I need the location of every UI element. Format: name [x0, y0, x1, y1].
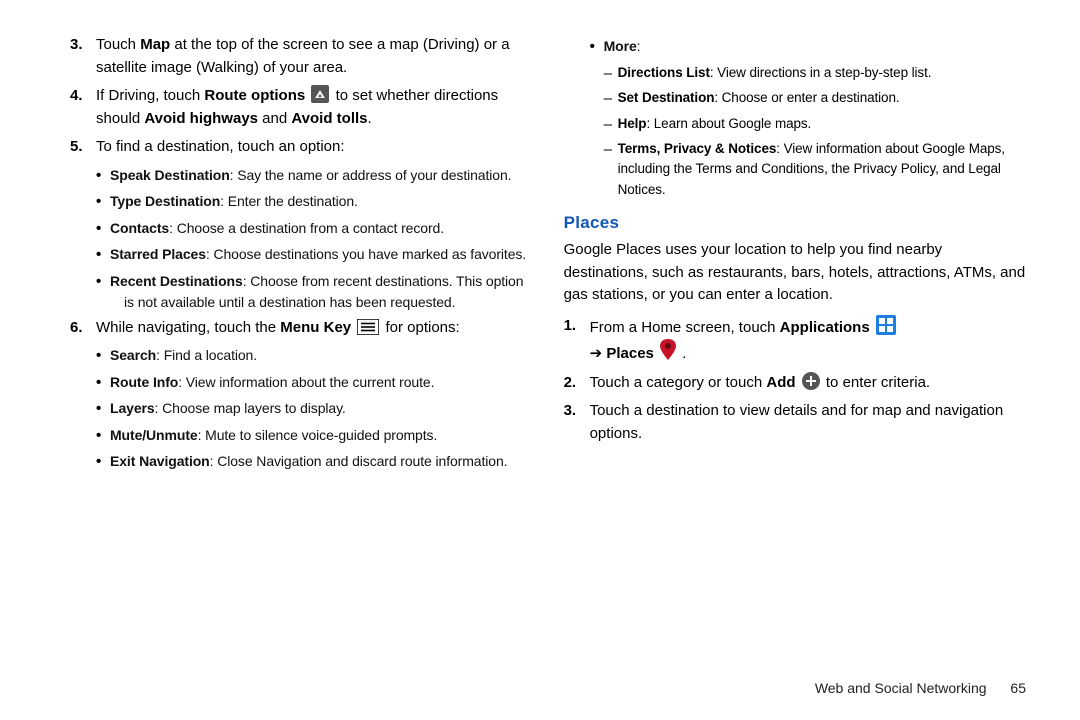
list-item: •Mute/Unmute: Mute to silence voice-guid… — [96, 425, 528, 448]
step-number: 3. — [70, 34, 96, 79]
list-item: •Recent Destinations: Choose from recent… — [96, 271, 528, 313]
step-3: 3. Touch Map at the top of the screen to… — [70, 34, 528, 79]
list-item: •Exit Navigation: Close Navigation and d… — [96, 451, 528, 474]
step-text: Touch a destination to view details and … — [590, 400, 1026, 445]
step-6: 6. While navigating, touch the Menu Key … — [70, 317, 528, 340]
more-sublist: –Directions List: View directions in a s… — [604, 63, 1026, 200]
places-step-2: 2. Touch a category or touch Add to ente… — [564, 372, 1026, 395]
step-text: From a Home screen, touch Applications ➔… — [590, 315, 1026, 366]
footer-section: Web and Social Networking — [815, 680, 987, 696]
step-number: 5. — [70, 136, 96, 159]
step-text: Touch Map at the top of the screen to se… — [96, 34, 528, 79]
left-column: 3. Touch Map at the top of the screen to… — [70, 34, 528, 696]
step-5: 5. To find a destination, touch an optio… — [70, 136, 528, 159]
list-item: –Help: Learn about Google maps. — [604, 114, 1026, 137]
list-item: –Terms, Privacy & Notices: View informat… — [604, 139, 1026, 200]
menu-key-icon — [357, 319, 379, 335]
right-column: • More: –Directions List: View direction… — [564, 34, 1026, 696]
manual-page: 3. Touch Map at the top of the screen to… — [0, 0, 1080, 720]
list-item: •Type Destination: Enter the destination… — [96, 191, 528, 214]
step-4: 4. If Driving, touch Route options to se… — [70, 85, 528, 130]
list-item: •Speak Destination: Say the name or addr… — [96, 165, 528, 188]
step-number: 1. — [564, 315, 590, 366]
list-item: –Directions List: View directions in a s… — [604, 63, 1026, 86]
footer-page-number: 65 — [1010, 680, 1026, 696]
applications-icon — [876, 315, 896, 335]
step-number: 3. — [564, 400, 590, 445]
list-item: •Route Info: View information about the … — [96, 372, 528, 395]
section-heading-places: Places — [564, 210, 1026, 236]
step-text: Touch a category or touch Add to enter c… — [590, 372, 1026, 395]
step-text: While navigating, touch the Menu Key for… — [96, 317, 528, 340]
step-5-bullets: •Speak Destination: Say the name or addr… — [96, 165, 528, 313]
step-text: To find a destination, touch an option: — [96, 136, 528, 159]
list-item: •Layers: Choose map layers to display. — [96, 398, 528, 421]
places-pin-icon — [660, 339, 676, 361]
step-number: 6. — [70, 317, 96, 340]
places-step-1: 1. From a Home screen, touch Application… — [564, 315, 1026, 366]
list-item: •Starred Places: Choose destinations you… — [96, 244, 528, 267]
list-item: •Search: Find a location. — [96, 345, 528, 368]
places-intro: Google Places uses your location to help… — [564, 239, 1026, 307]
list-item: –Set Destination: Choose or enter a dest… — [604, 88, 1026, 111]
step-6-bullets: •Search: Find a location. •Route Info: V… — [96, 345, 528, 474]
more-bullet: • More: –Directions List: View direction… — [590, 36, 1026, 200]
list-item: • More: — [590, 36, 1026, 59]
route-options-icon — [311, 85, 329, 103]
step-number: 4. — [70, 85, 96, 130]
step-text: If Driving, touch Route options to set w… — [96, 85, 528, 130]
step-number: 2. — [564, 372, 590, 395]
page-footer: Web and Social Networking 65 — [815, 680, 1026, 696]
places-step-3: 3. Touch a destination to view details a… — [564, 400, 1026, 445]
list-item: •Contacts: Choose a destination from a c… — [96, 218, 528, 241]
add-circle-icon — [802, 372, 820, 390]
